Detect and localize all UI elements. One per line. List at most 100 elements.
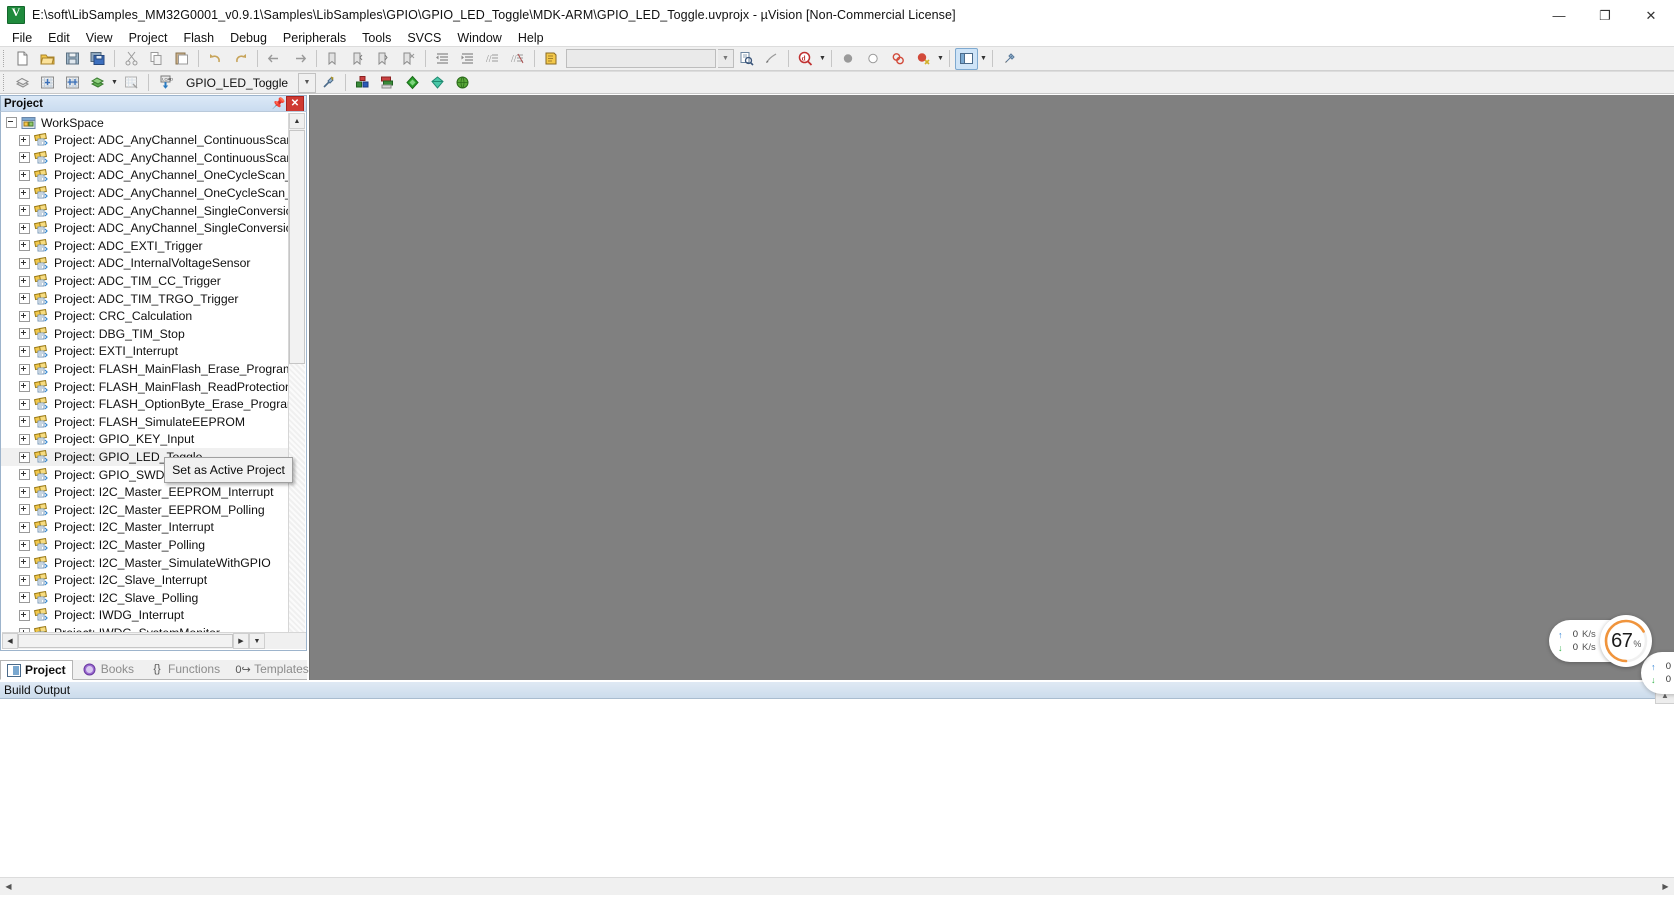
expand-toggle-icon[interactable] xyxy=(19,170,30,182)
tree-item-project[interactable]: Project: ADC_TIM_TRGO_Trigger xyxy=(1,290,289,308)
tree-item-project[interactable]: Project: ADC_AnyChannel_OneCycleScan_Pol… xyxy=(1,184,289,202)
debug-session-icon[interactable]: d xyxy=(794,48,817,70)
menu-svcs[interactable]: SVCS xyxy=(399,29,449,47)
tree-item-project[interactable]: Project: ADC_AnyChannel_OneCycleScan_Int… xyxy=(1,167,289,185)
active-project-combo[interactable]: GPIO_LED_Toggle ▼ xyxy=(182,72,316,93)
tree-item-project[interactable]: Project: FLASH_SimulateEEPROM xyxy=(1,413,289,431)
outdent-icon[interactable] xyxy=(456,48,479,70)
incremental-find-icon[interactable] xyxy=(760,48,783,70)
save-icon[interactable] xyxy=(61,48,84,70)
breakpoint-icon[interactable] xyxy=(837,48,860,70)
expand-toggle-icon[interactable] xyxy=(19,134,30,146)
project-window-icon[interactable] xyxy=(955,47,978,70)
expand-toggle-icon[interactable] xyxy=(19,187,30,199)
cut-icon[interactable] xyxy=(120,48,143,70)
bookmark-prev-icon[interactable] xyxy=(347,48,370,70)
indent-icon[interactable] xyxy=(431,48,454,70)
close-icon[interactable]: ✕ xyxy=(286,95,304,112)
find-history-dropdown[interactable]: ▼ xyxy=(718,49,734,68)
tree-item-project[interactable]: Project: ADC_AnyChannel_ContinuousScan_P… xyxy=(1,149,289,167)
tree-item-project[interactable]: Project: ADC_InternalVoltageSensor xyxy=(1,255,289,273)
menu-debug[interactable]: Debug xyxy=(222,29,275,47)
tree-item-project[interactable]: Project: ADC_AnyChannel_ContinuousScan_I… xyxy=(1,132,289,150)
translate-icon[interactable] xyxy=(11,72,34,94)
batch-build-icon[interactable] xyxy=(86,72,109,94)
manage-run-time-env-icon[interactable] xyxy=(376,72,399,94)
expand-toggle-icon[interactable] xyxy=(19,592,30,604)
tree-vertical-scroll-track[interactable] xyxy=(289,364,305,633)
scroll-up-arrow[interactable]: ▲ xyxy=(289,113,305,129)
expand-toggle-icon[interactable] xyxy=(19,381,30,393)
tree-item-project[interactable]: Project: ADC_AnyChannel_SingleConversion… xyxy=(1,202,289,220)
tree-item-project[interactable]: Project: ADC_EXTI_Trigger xyxy=(1,237,289,255)
expand-toggle-icon[interactable] xyxy=(19,398,30,410)
scroll-left-arrow[interactable]: ◀ xyxy=(2,633,18,649)
tree-item-project[interactable]: Project: FLASH_OptionByte_Erase_Program xyxy=(1,396,289,414)
tree-item-project[interactable]: Project: ADC_TIM_CC_Trigger xyxy=(1,272,289,290)
expand-toggle-icon[interactable] xyxy=(19,152,30,164)
scroll-right-arrow[interactable]: ▶ xyxy=(1657,878,1674,895)
context-menu-set-as-active-project[interactable]: Set as Active Project xyxy=(164,457,293,483)
tree-item-project[interactable]: Project: FLASH_MainFlash_ReadProtection xyxy=(1,378,289,396)
stop-build-icon[interactable] xyxy=(120,72,143,94)
expand-toggle-icon[interactable] xyxy=(19,451,30,463)
new-file-icon[interactable] xyxy=(11,48,34,70)
disable-breakpoint-icon[interactable] xyxy=(862,48,885,70)
tree-horizontal-scroll-thumb[interactable] xyxy=(18,634,233,648)
chevron-down-icon[interactable]: ▼ xyxy=(298,72,316,93)
cpu-usage-dial[interactable]: 67 % xyxy=(1600,615,1652,667)
tree-item-project[interactable]: Project: I2C_Slave_Polling xyxy=(1,589,289,607)
tree-item-project[interactable]: Project: FLASH_MainFlash_Erase_Program xyxy=(1,360,289,378)
expand-toggle-icon[interactable] xyxy=(19,293,30,305)
tab-books[interactable]: Books xyxy=(77,659,140,679)
close-button[interactable]: ✕ xyxy=(1628,0,1674,30)
expand-toggle-icon[interactable] xyxy=(19,363,30,375)
tree-item-project[interactable]: Project: EXTI_Interrupt xyxy=(1,343,289,361)
build-output-body[interactable] xyxy=(0,699,1674,878)
restore-button[interactable]: ❐ xyxy=(1582,0,1628,30)
tab-functions[interactable]: {} Functions xyxy=(144,659,226,679)
menu-edit[interactable]: Edit xyxy=(40,29,78,47)
tree-item-project[interactable]: Project: I2C_Master_Polling xyxy=(1,536,289,554)
pack-installer-globe-icon[interactable] xyxy=(451,72,474,94)
disable-all-breakpoints-icon[interactable] xyxy=(887,48,910,70)
menu-window[interactable]: Window xyxy=(449,29,509,47)
save-all-icon[interactable] xyxy=(86,48,109,70)
pin-icon[interactable]: 📌 xyxy=(271,97,286,111)
scroll-dropdown-arrow[interactable]: ▼ xyxy=(249,633,265,649)
menu-view[interactable]: View xyxy=(78,29,121,47)
tree-item-project[interactable]: Project: GPIO_KEY_Input xyxy=(1,431,289,449)
configure-tools-icon[interactable] xyxy=(998,48,1021,70)
tree-item-project[interactable]: Project: CRC_Calculation xyxy=(1,308,289,326)
tree-item-project[interactable]: Project: DBG_TIM_Stop xyxy=(1,325,289,343)
expand-toggle-icon[interactable] xyxy=(19,222,30,234)
menu-tools[interactable]: Tools xyxy=(354,29,399,47)
tree-item-project[interactable]: Project: I2C_Master_EEPROM_Interrupt xyxy=(1,483,289,501)
tab-templates[interactable]: 0↪ Templates xyxy=(230,659,315,679)
tree-vertical-scrollbar[interactable]: ▲ xyxy=(288,113,305,633)
expand-toggle-icon[interactable] xyxy=(19,346,30,358)
expand-toggle-icon[interactable] xyxy=(19,486,30,498)
expand-toggle-icon[interactable] xyxy=(19,433,30,445)
scroll-right-arrow[interactable]: ▶ xyxy=(233,633,249,649)
toolbar-grip[interactable] xyxy=(3,74,7,91)
bookmark-toggle-icon[interactable] xyxy=(322,48,345,70)
tree-root-workspace[interactable]: WorkSpace xyxy=(1,114,289,132)
tree-item-project[interactable]: Project: I2C_Master_Interrupt xyxy=(1,519,289,537)
tree-item-project[interactable]: Project: IWDG_Interrupt xyxy=(1,607,289,625)
tab-project[interactable]: Project xyxy=(0,660,73,680)
menu-file[interactable]: File xyxy=(4,29,40,47)
menu-peripherals[interactable]: Peripherals xyxy=(275,29,354,47)
expand-toggle-icon[interactable] xyxy=(19,240,30,252)
project-tree[interactable]: WorkSpace Project: ADC_AnyChannel_Contin… xyxy=(0,111,307,651)
paste-icon[interactable] xyxy=(170,48,193,70)
expand-toggle-icon[interactable] xyxy=(19,521,30,533)
tree-item-project[interactable]: Project: I2C_Master_EEPROM_Polling xyxy=(1,501,289,519)
expand-toggle-icon[interactable] xyxy=(19,609,30,621)
project-window-dropdown[interactable]: ▼ xyxy=(979,49,988,69)
rebuild-icon[interactable] xyxy=(61,72,84,94)
breakpoints-dropdown[interactable]: ▼ xyxy=(936,49,945,69)
open-document-icon[interactable] xyxy=(540,48,563,70)
undo-icon[interactable] xyxy=(204,48,227,70)
expand-toggle-icon[interactable] xyxy=(19,328,30,340)
